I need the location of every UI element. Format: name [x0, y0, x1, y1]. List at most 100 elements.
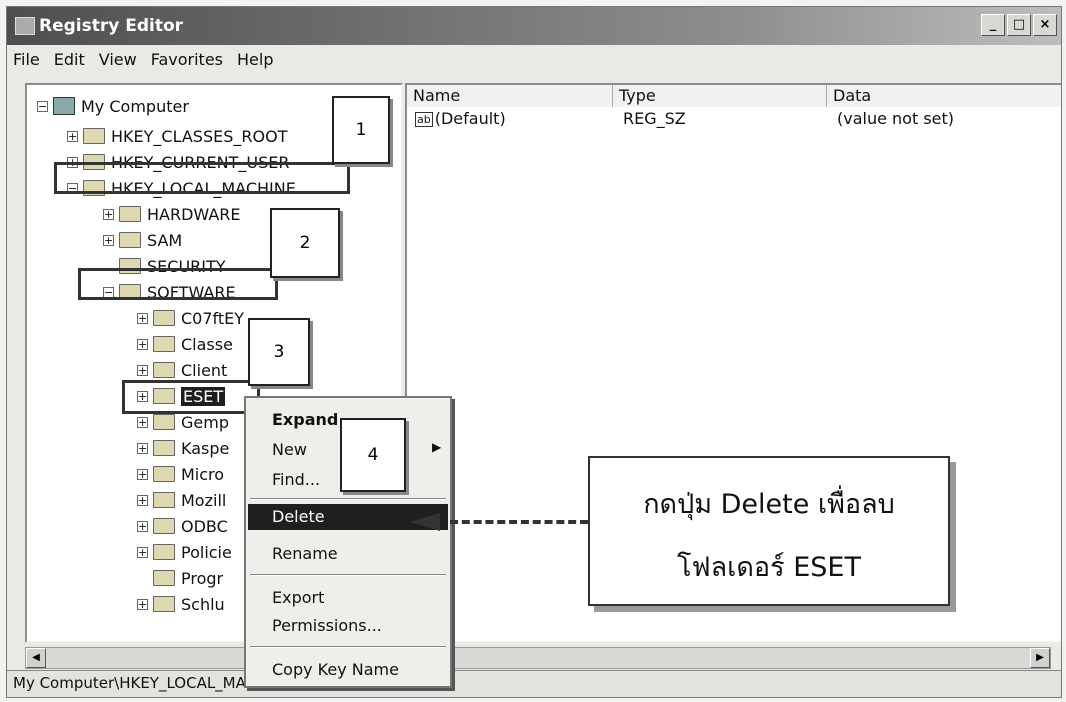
submenu-arrow-icon: ▶ — [432, 440, 442, 454]
tree-item-label: Micro — [181, 464, 225, 484]
tree-item-my-computer[interactable]: − My Computer — [37, 95, 189, 117]
computer-icon — [53, 97, 75, 115]
menu-separator — [250, 574, 446, 576]
folder-icon — [153, 570, 175, 586]
column-header-name[interactable]: Name — [407, 85, 613, 107]
expand-icon[interactable]: + — [137, 364, 148, 376]
menu-help[interactable]: Help — [237, 50, 273, 69]
menu-edit[interactable]: Edit — [54, 50, 85, 69]
menu-file[interactable]: File — [13, 50, 40, 69]
maximize-button[interactable]: □ — [1007, 14, 1031, 36]
horizontal-scrollbar[interactable]: ◀ ▶ — [25, 647, 1051, 669]
tree-item-label: SAM — [147, 230, 183, 250]
tree-item-policies[interactable]: + Policie — [137, 541, 232, 563]
tree-item-hardware[interactable]: + HARDWARE — [103, 203, 241, 225]
menu-item-permissions[interactable]: Permissions... — [272, 616, 382, 635]
folder-icon — [153, 596, 175, 612]
menu-favorites[interactable]: Favorites — [151, 50, 223, 69]
highlight-box-hkey-local-machine — [54, 162, 350, 194]
highlight-box-eset — [122, 380, 260, 414]
tree-item-sam[interactable]: + SAM — [103, 229, 182, 251]
dashed-pointer-line — [450, 520, 588, 524]
menu-item-expand[interactable]: Expand — [272, 410, 338, 429]
tree-item-label: Gemp — [181, 412, 229, 432]
expand-icon[interactable]: + — [103, 208, 114, 220]
close-button[interactable]: × — [1033, 14, 1057, 36]
scroll-left-button[interactable]: ◀ — [26, 648, 46, 668]
tree-item-label: Progr — [181, 568, 224, 588]
tree-item-clients[interactable]: + Client — [137, 359, 227, 381]
folder-icon — [153, 466, 175, 482]
tree-item-label: C07ftEY — [181, 308, 245, 328]
value-row-name[interactable]: ab (Default) — [415, 109, 506, 128]
tree-item-progr[interactable]: Progr — [153, 567, 223, 589]
title-bar: Registry Editor _ □ × — [7, 7, 1061, 45]
menu-separator — [250, 498, 446, 500]
menu-item-new[interactable]: New — [272, 440, 307, 459]
tree-item-label: ODBC — [181, 516, 228, 536]
folder-icon — [153, 492, 175, 508]
folder-icon — [153, 414, 175, 430]
highlight-box-software — [78, 268, 278, 300]
menu-item-export[interactable]: Export — [272, 588, 324, 607]
menu-item-rename[interactable]: Rename — [272, 544, 338, 563]
tree-item-micro[interactable]: + Micro — [137, 463, 224, 485]
step-callout-3: 3 — [248, 318, 310, 386]
expand-icon[interactable]: + — [103, 234, 114, 246]
folder-icon — [153, 310, 175, 326]
value-row-type: REG_SZ — [623, 109, 686, 128]
tree-item-c07fteY[interactable]: + C07ftEY — [137, 307, 244, 329]
menu-separator — [250, 646, 446, 648]
instruction-line-1: กดปุ่ม Delete เพื่อลบ — [643, 489, 895, 520]
status-bar: My Computer\HKEY_LOCAL_MACHINE\SOFTWARE\… — [7, 670, 1061, 697]
tree-item-label: HKEY_CLASSES_ROOT — [111, 126, 288, 146]
folder-icon — [153, 336, 175, 352]
scroll-right-button[interactable]: ▶ — [1030, 648, 1050, 668]
tree-item-gemp[interactable]: + Gemp — [137, 411, 229, 433]
tree-item-kaspe[interactable]: + Kaspe — [137, 437, 229, 459]
expand-icon[interactable]: + — [137, 520, 148, 532]
tree-item-label: Classe — [181, 334, 233, 354]
menu-bar: File Edit View Favorites Help — [7, 45, 1061, 73]
expand-icon[interactable]: + — [137, 312, 148, 324]
expand-icon[interactable]: + — [137, 338, 148, 350]
tree-item-label: Kaspe — [181, 438, 230, 458]
arrow-left-icon — [410, 513, 440, 531]
expand-icon[interactable]: + — [137, 494, 148, 506]
menu-view[interactable]: View — [99, 50, 137, 69]
expand-icon[interactable]: + — [137, 546, 148, 558]
column-header-data[interactable]: Data — [827, 85, 1061, 107]
tree-item-label: My Computer — [81, 96, 189, 116]
expand-icon[interactable]: + — [137, 416, 148, 428]
tree-item-label: Schlu — [181, 594, 225, 614]
folder-icon — [153, 518, 175, 534]
minimize-button[interactable]: _ — [981, 14, 1005, 36]
registry-editor-icon — [15, 17, 35, 35]
expand-icon[interactable]: + — [137, 442, 148, 454]
window-title: Registry Editor — [39, 16, 184, 36]
expand-icon[interactable]: + — [137, 598, 148, 610]
collapse-icon[interactable]: − — [37, 100, 48, 112]
tree-item-hkey-classes-root[interactable]: + HKEY_CLASSES_ROOT — [67, 125, 287, 147]
menu-item-copy-key-name[interactable]: Copy Key Name — [272, 660, 399, 679]
tree-item-label: Mozill — [181, 490, 227, 510]
folder-icon — [153, 362, 175, 378]
tree-item-label: Client — [181, 360, 228, 380]
tree-item-label: HARDWARE — [147, 204, 241, 224]
instruction-callout: กดปุ่ม Delete เพื่อลบ โฟลเดอร์ ESET — [588, 456, 950, 606]
folder-icon — [83, 128, 105, 144]
expand-icon[interactable]: + — [67, 130, 78, 142]
value-row-data: (value not set) — [837, 109, 955, 128]
folder-icon — [153, 544, 175, 560]
step-callout-1: 1 — [332, 96, 390, 164]
tree-item-label: Policie — [181, 542, 232, 562]
tree-item-schlu[interactable]: + Schlu — [137, 593, 225, 615]
expand-icon[interactable]: + — [137, 468, 148, 480]
tree-item-classes[interactable]: + Classe — [137, 333, 233, 355]
instruction-line-2: โฟลเดอร์ ESET — [677, 552, 861, 583]
column-header-type[interactable]: Type — [613, 85, 827, 107]
menu-item-find[interactable]: Find... — [272, 470, 320, 489]
tree-item-odbc[interactable]: + ODBC — [137, 515, 228, 537]
tree-item-mozill[interactable]: + Mozill — [137, 489, 226, 511]
folder-icon — [119, 232, 141, 248]
